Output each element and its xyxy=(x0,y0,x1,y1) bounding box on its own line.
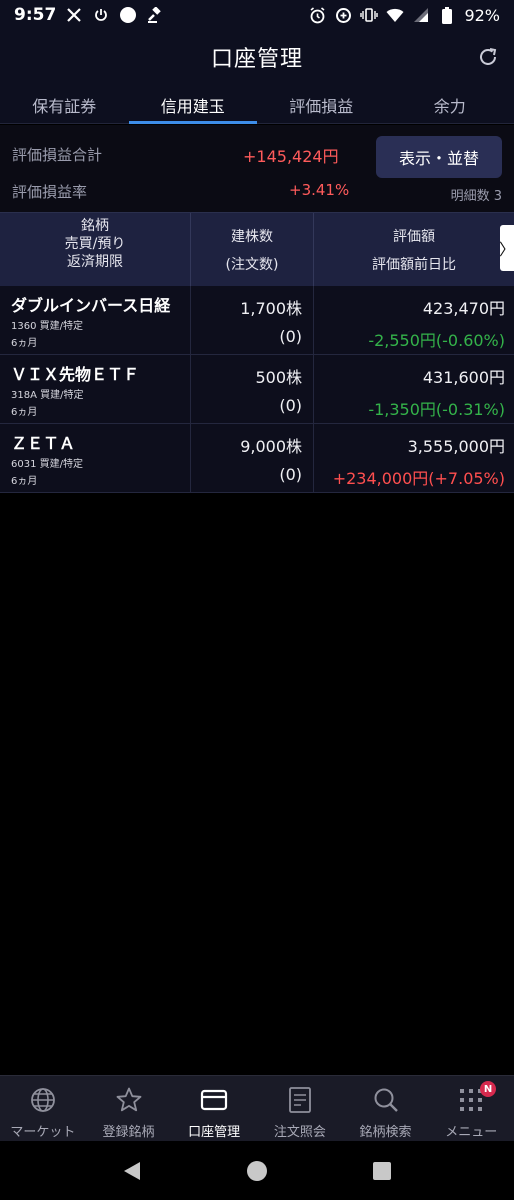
stock-code-type: 1360 買建/特定 xyxy=(11,321,83,332)
header-orders: (注文数) xyxy=(225,257,279,273)
stock-name: ＺＥＴＡ xyxy=(11,434,76,453)
header-quantity: 建株数 xyxy=(231,229,273,245)
position-quantity: 1,700株 xyxy=(240,299,302,318)
header-valuation-change: 評価額前日比 xyxy=(372,257,456,273)
alarm-icon xyxy=(308,6,326,24)
header-due-date: 返済期限 xyxy=(67,254,123,270)
data-saver-icon xyxy=(334,6,352,24)
tab-bar: 保有証券 信用建玉 評価損益 余力 xyxy=(0,84,514,124)
nav-label: 登録銘柄 xyxy=(102,1125,155,1140)
x-app-icon xyxy=(65,6,83,24)
nav-menu[interactable]: メニュー N xyxy=(428,1076,514,1141)
gavel-icon xyxy=(146,6,164,24)
summary-panel: 評価損益合計 +145,424円 評価損益率 +3.41% 表示・並替 明細数 … xyxy=(0,125,514,212)
wifi-icon xyxy=(386,6,404,24)
search-icon xyxy=(371,1085,401,1115)
star-icon xyxy=(114,1085,144,1115)
refresh-button[interactable] xyxy=(474,43,502,71)
nav-label: 口座管理 xyxy=(188,1125,241,1140)
tab-buying-power[interactable]: 余力 xyxy=(386,84,514,123)
tab-holdings[interactable]: 保有証券 xyxy=(0,84,129,123)
header-col-stock: 銘柄 売買/預り 返済期限 xyxy=(0,213,191,286)
stock-name: ダブルインバース日経 xyxy=(11,296,171,315)
valuation-change: +234,000円(+7.05%) xyxy=(332,469,505,488)
nav-label: 銘柄検索 xyxy=(359,1125,412,1140)
stock-code-type: 6031 買建/特定 xyxy=(11,459,83,470)
header-trade-type: 売買/預り xyxy=(64,236,126,252)
nav-account[interactable]: 口座管理 xyxy=(171,1076,257,1141)
order-count: (0) xyxy=(279,327,302,346)
header-stock-name: 銘柄 xyxy=(81,218,109,234)
system-navigation-bar xyxy=(0,1141,514,1200)
home-circle-icon xyxy=(246,1160,267,1181)
nav-label: メニュー xyxy=(445,1125,498,1140)
position-quantity: 9,000株 xyxy=(240,437,302,456)
tab-valuation-pl[interactable]: 評価損益 xyxy=(257,84,386,123)
nav-search[interactable]: 銘柄検索 xyxy=(343,1076,429,1141)
battery-percent: 92% xyxy=(464,5,500,25)
power-icon xyxy=(92,6,110,24)
detail-count: 明細数 3 xyxy=(450,189,502,204)
table-row[interactable]: ＺＥＴＡ 6031 買建/特定 6ヵ月 9,000株 (0) 3,555,000… xyxy=(0,424,514,493)
nav-orders[interactable]: 注文照会 xyxy=(257,1076,343,1141)
nav-watchlist[interactable]: 登録銘柄 xyxy=(86,1076,172,1141)
table-row[interactable]: ＶＩＸ先物ＥＴＦ 318A 買建/特定 6ヵ月 500株 (0) 431,600… xyxy=(0,355,514,424)
nav-label: マーケット xyxy=(10,1125,76,1140)
header-col-qty: 建株数 (注文数) xyxy=(191,213,314,286)
scroll-right-arrow-icon[interactable]: 〉 xyxy=(499,225,514,271)
valuation-change: -1,350円(-0.31%) xyxy=(368,400,505,419)
valuation: 3,555,000円 xyxy=(407,437,505,456)
stock-term: 6ヵ月 xyxy=(11,338,38,349)
back-triangle-icon xyxy=(124,1161,141,1180)
status-time: 9:57 xyxy=(14,5,57,25)
positions-list: ダブルインバース日経 1360 買建/特定 6ヵ月 1,700株 (0) 423… xyxy=(0,286,514,493)
status-bar: 9:57 92% xyxy=(0,0,514,30)
stock-term: 6ヵ月 xyxy=(11,476,38,487)
display-sort-button[interactable]: 表示・並替 xyxy=(376,136,502,178)
vibrate-icon xyxy=(360,6,379,24)
home-button[interactable] xyxy=(242,1156,272,1186)
nav-market[interactable]: マーケット xyxy=(0,1076,86,1141)
circle-notification-icon xyxy=(119,6,137,24)
stock-code-type: 318A 買建/特定 xyxy=(11,390,84,401)
valuation: 431,600円 xyxy=(422,368,505,387)
order-count: (0) xyxy=(279,396,302,415)
position-quantity: 500株 xyxy=(255,368,302,387)
tab-margin-positions[interactable]: 信用建玉 xyxy=(128,84,258,124)
header-col-value: 評価額 評価額前日比 xyxy=(314,213,514,286)
total-pl-value: +145,424円 xyxy=(243,147,339,166)
stock-name: ＶＩＸ先物ＥＴＦ xyxy=(11,365,140,384)
order-count: (0) xyxy=(279,465,302,484)
globe-icon xyxy=(28,1085,58,1115)
bottom-navigation: マーケット 登録銘柄 口座管理 注文照会 銘柄検索 メニュー N xyxy=(0,1075,514,1141)
notification-badge: N xyxy=(480,1081,497,1097)
pl-rate-value: +3.41% xyxy=(289,181,350,199)
table-header: 銘柄 売買/預り 返済期限 建株数 (注文数) 評価額 評価額前日比 〉 xyxy=(0,212,514,286)
valuation: 423,470円 xyxy=(422,299,505,318)
stock-term: 6ヵ月 xyxy=(11,407,38,418)
total-pl-label: 評価損益合計 xyxy=(12,146,103,164)
header-valuation: 評価額 xyxy=(393,229,435,245)
card-icon xyxy=(199,1085,229,1115)
valuation-change: -2,550円(-0.60%) xyxy=(368,331,505,350)
refresh-icon xyxy=(480,48,497,65)
pl-rate-label: 評価損益率 xyxy=(12,183,88,201)
table-row[interactable]: ダブルインバース日経 1360 買建/特定 6ヵ月 1,700株 (0) 423… xyxy=(0,286,514,355)
signal-icon xyxy=(412,6,430,24)
recents-button[interactable] xyxy=(367,1156,397,1186)
battery-icon xyxy=(438,6,456,24)
nav-label: 注文照会 xyxy=(273,1125,326,1140)
back-button[interactable] xyxy=(117,1156,147,1186)
app-header: 口座管理 xyxy=(0,30,514,84)
page-title: 口座管理 xyxy=(210,47,303,72)
document-icon xyxy=(285,1085,315,1115)
recents-square-icon xyxy=(372,1161,391,1180)
